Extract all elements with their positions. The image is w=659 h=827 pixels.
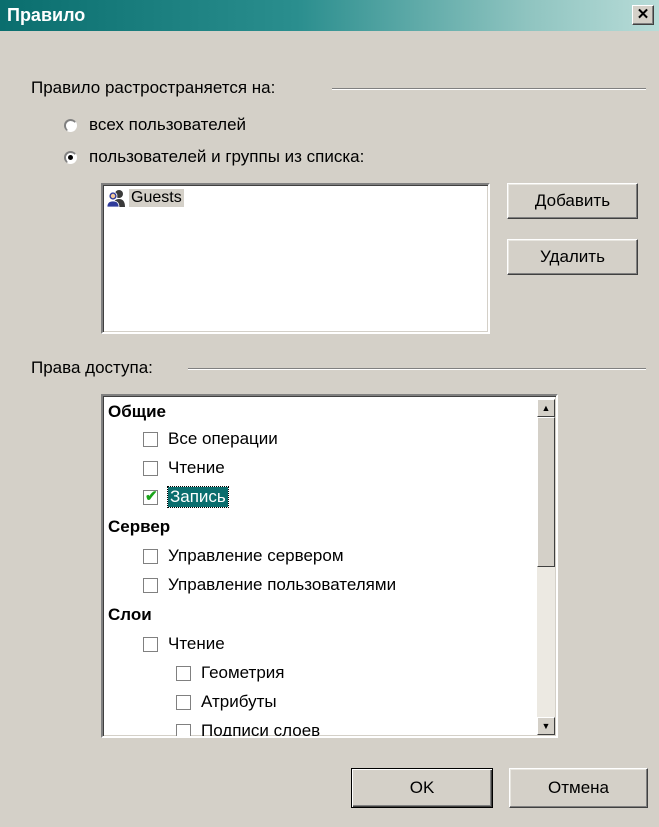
scroll-up-icon: ▲	[541, 403, 551, 413]
tree-scrollbar[interactable]: ▲ ▼	[537, 399, 555, 735]
remove-button[interactable]: Удалить	[507, 239, 638, 275]
tree-item-label: Управление сервером	[168, 546, 344, 565]
radio-all-users[interactable]: всех пользователей	[64, 115, 246, 135]
principal-name: Guests	[129, 189, 184, 207]
close-icon: ✕	[636, 6, 650, 23]
tree-item-user-management[interactable]: Управление пользователями	[143, 575, 396, 595]
tree-item-server-management[interactable]: Управление сервером	[143, 546, 344, 566]
radio-listed-users[interactable]: пользователей и группы из списка:	[64, 147, 364, 167]
checkbox-attributes[interactable]	[176, 694, 191, 710]
close-button[interactable]: ✕	[632, 5, 654, 25]
checkbox-user-management[interactable]	[143, 577, 158, 593]
add-button[interactable]: Добавить	[507, 183, 638, 219]
tree-item-layers-read[interactable]: Чтение	[143, 634, 225, 654]
checkbox-all-operations[interactable]	[143, 431, 158, 447]
scroll-down-button[interactable]: ▼	[537, 717, 555, 735]
add-button-label: Добавить	[534, 191, 611, 210]
tree-item-label: Геометрия	[201, 663, 285, 682]
ok-button[interactable]: OK	[351, 768, 493, 808]
tree-item-label: Атрибуты	[201, 692, 277, 711]
user-group-icon	[106, 190, 125, 208]
radio-listed-users-label: пользователей и группы из списка:	[89, 147, 365, 166]
tree-item-layer-labels[interactable]: Подписи слоев	[176, 721, 321, 738]
checkbox-layer-labels[interactable]	[176, 723, 191, 736]
radio-all-users-indicator[interactable]	[64, 118, 77, 132]
tree-item-label: Управление пользователями	[168, 575, 397, 594]
tree-item-label: Все операции	[168, 429, 278, 448]
scroll-down-icon: ▼	[541, 721, 551, 731]
title-bar: Правило ✕	[0, 0, 659, 31]
tree-category-general: Общие	[108, 402, 166, 421]
tree-item-label: Подписи слоев	[201, 721, 321, 738]
tree-item-read[interactable]: Чтение	[143, 458, 225, 478]
checkbox-layers-read[interactable]	[143, 636, 158, 652]
tree-item-write[interactable]: Запись	[143, 486, 229, 508]
applies-to-label: Правило растространяется на:	[31, 78, 276, 97]
permissions-label: Права доступа:	[31, 358, 153, 377]
applies-to-divider	[332, 88, 646, 90]
tree-category-layers: Слои	[108, 605, 152, 624]
scroll-thumb[interactable]	[537, 417, 555, 567]
tree-item-attributes[interactable]: Атрибуты	[176, 692, 277, 712]
cancel-button[interactable]: Отмена	[509, 768, 648, 808]
permissions-divider	[188, 368, 646, 370]
radio-listed-users-indicator[interactable]	[64, 150, 77, 164]
tree-item-all-operations[interactable]: Все операции	[143, 429, 278, 449]
tree-item-label: Запись	[167, 486, 229, 508]
tree-item-label: Чтение	[168, 458, 225, 477]
checkbox-server-management[interactable]	[143, 548, 158, 564]
radio-all-users-label: всех пользователей	[89, 115, 247, 134]
tree-item-label: Чтение	[168, 634, 225, 653]
checkbox-geometry[interactable]	[176, 665, 191, 681]
scroll-up-button[interactable]: ▲	[537, 399, 555, 417]
window-title: Правило	[7, 5, 86, 25]
principals-list[interactable]: Guests	[101, 183, 490, 334]
tree-category-server: Сервер	[108, 517, 171, 536]
list-item[interactable]: Guests	[106, 188, 184, 208]
ok-button-label: OK	[409, 778, 435, 797]
tree-item-geometry[interactable]: Геометрия	[176, 663, 285, 683]
remove-button-label: Удалить	[540, 247, 605, 266]
permissions-tree[interactable]: Общие Все операции Чтение Запись Сервер …	[101, 394, 558, 738]
checkbox-write[interactable]	[143, 487, 158, 505]
checkbox-read[interactable]	[143, 460, 158, 476]
cancel-button-label: Отмена	[548, 778, 609, 797]
